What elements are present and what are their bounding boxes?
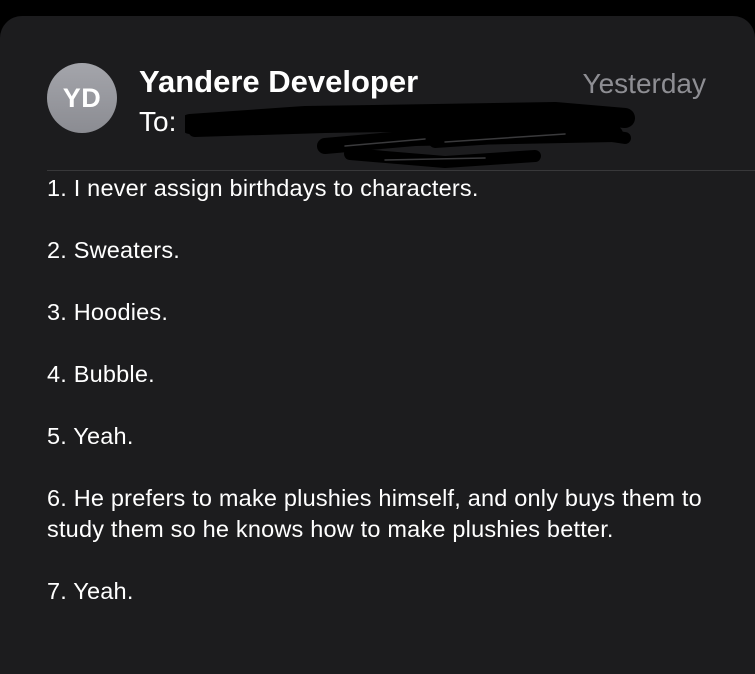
body-paragraph-5: 5. Yeah. [47,423,134,449]
sender-avatar[interactable]: YD [47,63,117,133]
sender-name[interactable]: Yandere Developer [139,64,418,100]
body-paragraph-2: 2. Sweaters. [47,237,181,263]
redaction-scribble [185,102,635,168]
body-paragraph-7: 7. Yeah. [47,578,134,604]
body-paragraph-6: 6. He prefers to make plushies himself, … [47,485,702,542]
to-label: To: [139,106,177,137]
avatar-initials: YD [62,82,102,113]
body-paragraph-4: 4. Bubble. [47,361,155,387]
body-paragraph-1: 1. I never assign birthdays to character… [47,175,479,201]
header-divider [47,170,755,171]
message-body: 1. I never assign birthdays to character… [47,173,717,638]
body-paragraph-3: 3. Hoodies. [47,299,169,325]
mail-screen: YD Yandere Developer Yesterday To: r li … [0,0,755,674]
